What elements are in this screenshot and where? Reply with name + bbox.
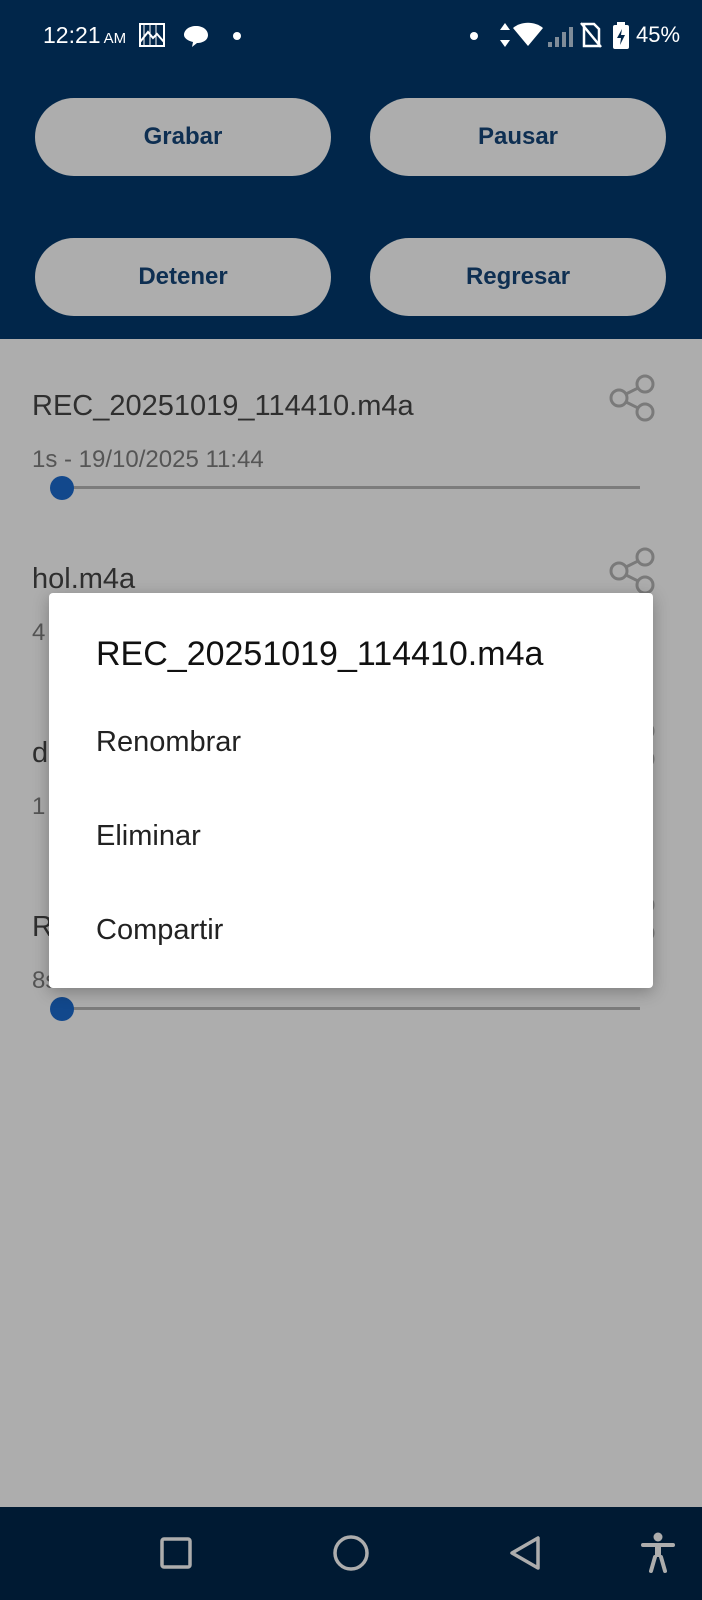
stop-button[interactable]: Detener [35,238,331,316]
navigation-bar [0,1507,702,1600]
back-icon[interactable] [498,1525,554,1581]
gallery-notification-icon [139,23,165,47]
signal-icon [548,27,573,47]
seek-bar-track[interactable] [62,486,640,489]
status-time: 12:21 AM [43,22,126,49]
dialog-title: REC_20251019_114410.m4a [96,635,544,673]
status-ampm: AM [103,30,127,47]
delete-option-label: Eliminar [96,820,201,852]
recording-meta: 1s - 19/10/2025 11:44 [32,446,264,473]
seek-bar-thumb[interactable] [50,476,74,500]
status-bar: 12:21 AM 45% [0,0,702,72]
share-option-label: Compartir [96,914,224,946]
rename-option[interactable]: Renombrar [49,698,653,790]
wifi-icon [513,22,543,46]
recording-meta: 4 [32,619,46,646]
recording-item[interactable]: REC_20251019_114410.m4a 1s - 19/10/2025 … [0,374,702,560]
record-button[interactable]: Grabar [35,98,331,176]
recording-name: d [32,737,49,769]
chat-notification-icon [184,26,208,47]
recent-apps-icon[interactable] [148,1525,204,1581]
accessibility-icon[interactable] [630,1525,686,1581]
share-option[interactable]: Compartir [49,886,653,978]
rename-option-label: Renombrar [96,726,242,758]
delete-option[interactable]: Eliminar [49,792,653,884]
status-time-value: 12:21 [43,22,101,48]
battery-percent: 45% [636,22,681,47]
no-sim-icon [580,22,602,48]
notification-dot-icon [233,32,241,40]
back-button[interactable]: Regresar [370,238,666,316]
data-arrows-icon [500,23,510,47]
recording-meta: 1 [32,793,46,820]
app-header: 12:21 AM 45% Grabar Pausar Detener Regre… [0,0,702,339]
share-icon[interactable] [606,545,658,597]
recording-name: REC_20251019_114410.m4a [32,390,414,422]
battery-charging-icon [613,22,629,49]
pause-button[interactable]: Pausar [370,98,666,176]
options-dialog: REC_20251019_114410.m4a Renombrar Elimin… [49,593,653,988]
seek-bar-track[interactable] [62,1007,640,1010]
recording-name: hol.m4a [32,563,136,595]
seek-bar-thumb[interactable] [50,997,74,1021]
share-icon[interactable] [606,372,658,424]
home-icon[interactable] [323,1525,379,1581]
dot-icon [470,32,478,40]
